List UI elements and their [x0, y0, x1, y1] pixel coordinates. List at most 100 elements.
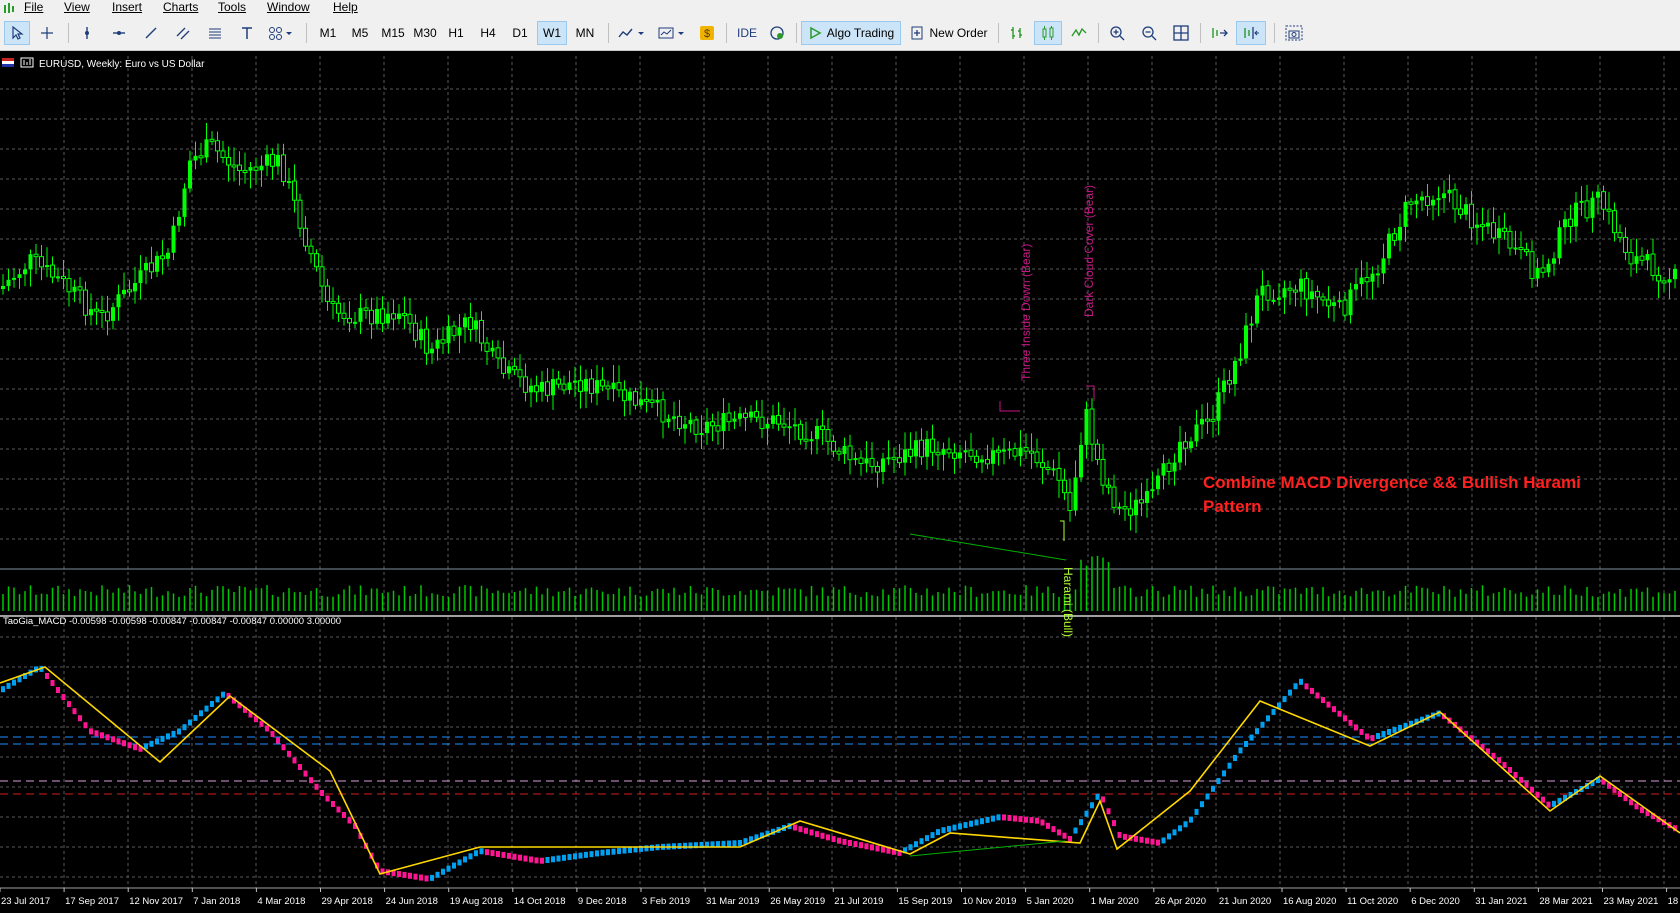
macd-histogram-bar: [628, 847, 632, 853]
macd-histogram-bar: [831, 836, 836, 843]
time-axis-label: 9 Dec 2018: [578, 896, 627, 907]
candle-body-bull: [963, 450, 968, 453]
timeframe-m1[interactable]: M1: [313, 21, 343, 45]
candle-body-bear: [1106, 484, 1111, 488]
new-order-button[interactable]: New Order: [906, 21, 992, 45]
macd-histogram-bar: [908, 844, 913, 851]
bar-chart-icon: [1011, 27, 1022, 39]
trendline-button[interactable]: [138, 21, 164, 45]
candle-body-bull: [529, 385, 533, 393]
tile-windows-button[interactable]: [1168, 21, 1194, 45]
candle-body-bear: [600, 379, 605, 387]
macd-histogram-bar: [1310, 687, 1314, 694]
time-axis-label: 18 Jul: [1668, 896, 1680, 907]
chart-type-dropdown[interactable]: [614, 21, 650, 45]
time-axis-label: 3 Feb 2019: [642, 896, 690, 907]
candle-body-bull: [809, 439, 814, 442]
zoom-in-button[interactable]: [1104, 21, 1130, 45]
macd-histogram-bar: [1354, 724, 1358, 731]
chart-shift-button[interactable]: [1236, 21, 1266, 45]
macd-histogram-bar: [446, 865, 451, 872]
ide-button[interactable]: IDE: [732, 21, 762, 45]
horizontal-line-button[interactable]: [106, 21, 132, 45]
candle-body-bull: [1464, 204, 1468, 215]
candle-body-bear: [1265, 285, 1271, 301]
candle-body-bull: [1579, 200, 1584, 203]
zoom-in-icon: [1110, 26, 1125, 41]
timeframe-h4[interactable]: H4: [473, 21, 503, 45]
menu-charts[interactable]: Charts: [163, 0, 198, 16]
candle-body-bear: [424, 328, 429, 354]
candle-body-bear: [1029, 450, 1034, 454]
candle-body-bear: [649, 399, 655, 404]
candle-body-bull: [1238, 358, 1243, 361]
templates-dropdown[interactable]: [654, 21, 690, 45]
candle-body-bull: [1381, 258, 1386, 274]
timeframe-d1[interactable]: D1: [505, 21, 535, 45]
candle-body-bear: [363, 307, 369, 311]
macd-histogram-bar: [1178, 825, 1182, 832]
candle-body-bear: [1056, 467, 1062, 481]
market-button[interactable]: $: [694, 21, 720, 45]
timeframe-mn[interactable]: MN: [569, 21, 601, 45]
signals-button[interactable]: [764, 21, 790, 45]
candle-body-bull: [28, 254, 33, 270]
candle-body-bull: [1420, 196, 1424, 201]
candle-body-bull: [56, 276, 60, 279]
macd-histogram-bar: [864, 843, 869, 850]
auto-scroll-button[interactable]: [1206, 21, 1232, 45]
candle-body-bull: [1002, 449, 1006, 452]
candle-body-bear: [578, 380, 583, 392]
timeframe-m15[interactable]: M15: [377, 21, 409, 45]
zoom-out-button[interactable]: [1136, 21, 1162, 45]
macd-histogram-bar: [111, 736, 115, 743]
chart-window[interactable]: EURUSD, Weekly: Euro vs US Dollar TaoGia…: [0, 51, 1680, 908]
macd-histogram-bar: [336, 806, 341, 813]
macd-histogram-bar: [50, 680, 55, 686]
candle-body-bull: [666, 418, 671, 423]
text-tool-button[interactable]: [234, 21, 260, 45]
price-chart[interactable]: EURUSD, Weekly: Euro vs US Dollar TaoGia…: [0, 51, 1680, 908]
candle-body-bear: [380, 308, 385, 324]
macd-histogram-bar: [1370, 735, 1375, 742]
candlestick-chart-button[interactable]: [1034, 21, 1062, 45]
menu-tools[interactable]: Tools: [218, 0, 246, 16]
macd-histogram-bar: [441, 868, 445, 875]
timeframe-m5[interactable]: M5: [345, 21, 375, 45]
candle-body-bull: [787, 426, 792, 429]
macd-histogram-bar: [1046, 822, 1050, 829]
candle-body-bear: [798, 423, 803, 440]
candle-body-bull: [1145, 491, 1149, 503]
menu-insert[interactable]: Insert: [112, 0, 142, 16]
macd-histogram-bar: [490, 850, 495, 857]
channel-button[interactable]: [170, 21, 196, 45]
trendline-icon: [145, 27, 157, 39]
vertical-line-button[interactable]: [74, 21, 100, 45]
fibonacci-button[interactable]: [202, 21, 228, 45]
menu-help[interactable]: Help: [333, 0, 358, 16]
menu-view[interactable]: View: [64, 0, 90, 16]
menu-window[interactable]: Window: [267, 0, 310, 16]
bar-chart-button[interactable]: [1004, 21, 1030, 45]
macd-histogram-bar: [820, 832, 825, 839]
line-chart-button[interactable]: [1066, 21, 1092, 45]
timeframe-w1[interactable]: W1: [537, 21, 567, 45]
macd-histogram-bar: [1332, 706, 1336, 713]
candle-body-bear: [495, 347, 501, 359]
candle-body-bear: [1617, 232, 1623, 238]
shapes-dropdown-button[interactable]: [264, 21, 298, 45]
crosshair-tool-button[interactable]: [34, 21, 60, 45]
macd-histogram-bar: [287, 750, 291, 757]
candle-body-bull: [1150, 489, 1155, 492]
algo-trading-button[interactable]: Algo Trading: [801, 21, 901, 45]
timeframe-h1[interactable]: H1: [441, 21, 471, 45]
candle-body-bull: [1376, 273, 1380, 276]
cursor-tool-button[interactable]: [4, 21, 30, 45]
candle-body-bear: [413, 322, 418, 341]
timeframe-m30[interactable]: M30: [409, 21, 441, 45]
crosshair-icon: [41, 27, 53, 39]
candle-body-bull: [573, 380, 577, 383]
macd-histogram-bar: [1249, 734, 1254, 741]
menu-file[interactable]: File: [24, 0, 43, 16]
screenshot-button[interactable]: [1280, 21, 1308, 45]
